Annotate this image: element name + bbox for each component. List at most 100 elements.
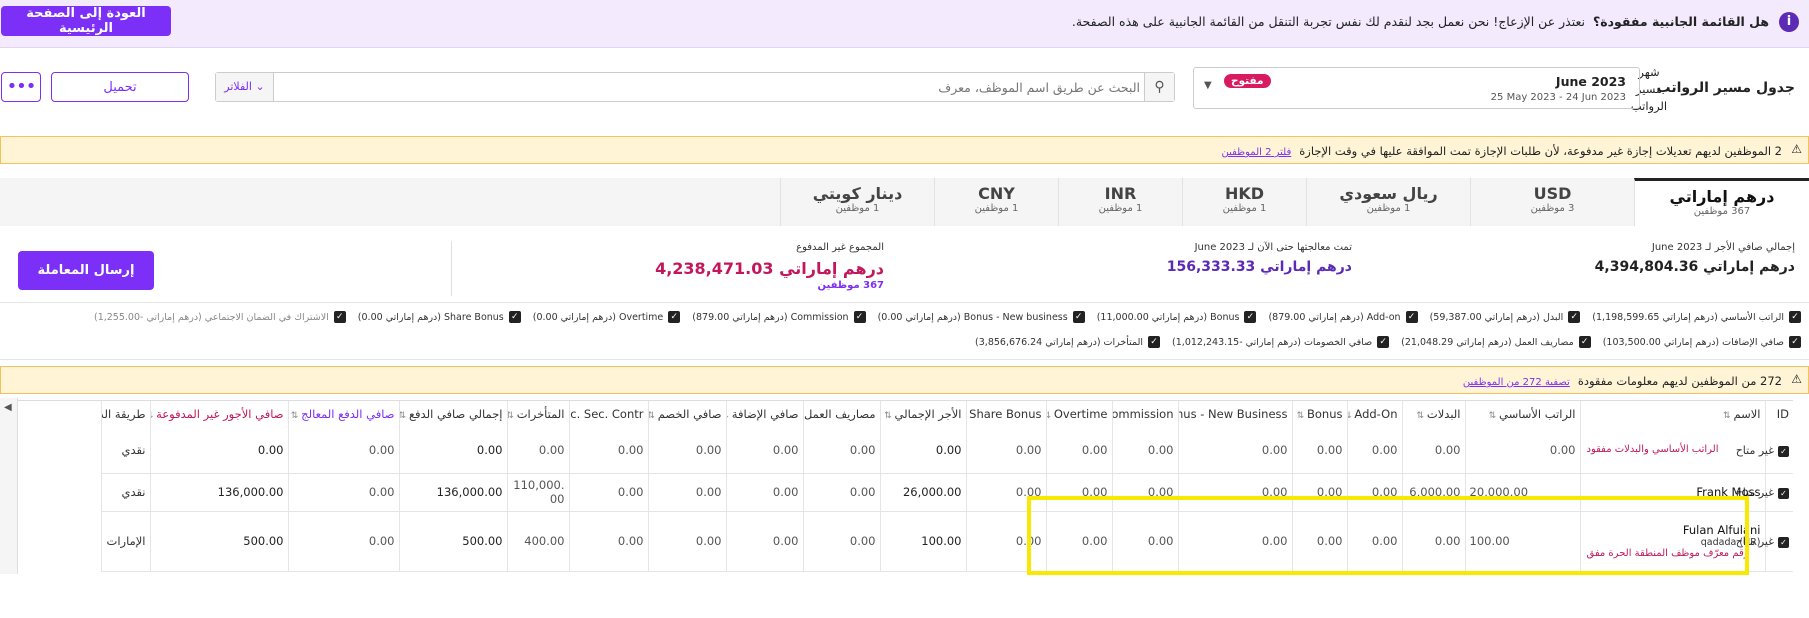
highlight-box xyxy=(1027,496,1749,575)
column-header[interactable]: الأجر الإجمالي ⇅ xyxy=(879,401,966,427)
checkbox-checked-icon[interactable]: ✓ xyxy=(508,311,521,323)
table-cell: 110,000.00 xyxy=(506,473,569,512)
filter-missing-employees-link[interactable]: تصفية 272 من الموظفين xyxy=(1463,377,1570,388)
component-checkbox[interactable]: ✓ مصاريف العمل (درهم إماراتي 21,048.29) xyxy=(1401,336,1591,348)
download-button[interactable]: تحميل xyxy=(51,72,189,102)
sort-icon[interactable]: ⇅ xyxy=(1417,411,1427,421)
component-checkbox[interactable]: ✓ صافي الخصومات (درهم إماراتي -1,012,243.… xyxy=(1172,336,1390,348)
horizontal-scroll-strip[interactable] xyxy=(0,398,18,574)
sort-icon[interactable]: ⇅ xyxy=(291,411,301,421)
column-header[interactable]: Add-On ⇅ xyxy=(1346,401,1402,427)
sort-icon[interactable]: ⇅ xyxy=(649,411,658,421)
checkbox-label: مصاريف العمل (درهم إماراتي 21,048.29) xyxy=(1401,336,1574,348)
component-checkbox[interactable]: ✓ صافي الإضافات (درهم إماراتي 103,500.00) xyxy=(1603,336,1801,348)
checkbox-checked-icon[interactable]: ✓ xyxy=(1377,336,1390,348)
sort-icon[interactable]: ⇅ xyxy=(1297,411,1307,421)
sort-icon[interactable]: ⇅ xyxy=(508,411,517,421)
column-header[interactable]: Share Bonus ⇅ xyxy=(965,401,1046,427)
more-options-button[interactable]: ••• xyxy=(1,72,41,102)
checkbox-checked-icon[interactable]: ✓ xyxy=(668,311,681,323)
component-checkbox[interactable]: ✓ المتأخرات (درهم إماراتي 3,856,676.24) xyxy=(975,336,1161,348)
tab-sar[interactable]: ريال سعودي 1 موظفين xyxy=(1306,178,1470,226)
processed-summary: تمت معالجتها حتى الآن لـ June 2023 درهم … xyxy=(1167,242,1352,275)
checkbox-checked-icon[interactable]: ✓ xyxy=(1072,311,1085,323)
row-checkbox-icon[interactable]: ✓ xyxy=(1778,488,1789,499)
column-header-label: الاسم xyxy=(1733,407,1761,421)
checkbox-label: Bonus - New business (درهم إماراتي 0.00) xyxy=(877,311,1068,323)
table-cell: 0.00 xyxy=(568,473,648,512)
id-cell[interactable]: ✓غير متاح xyxy=(1736,427,1793,474)
table-cell: 0.00 xyxy=(1464,427,1580,474)
column-header-label: Commission xyxy=(1112,407,1174,421)
month-selector[interactable]: June 2023 25 May 2023 - 24 Jun 2023 مفتو… xyxy=(1193,67,1640,109)
checkbox-checked-icon[interactable]: ✓ xyxy=(1789,336,1801,348)
id-cell[interactable]: ✓غير متاح xyxy=(1736,511,1793,572)
send-transaction-button[interactable]: إرسال المعاملة xyxy=(18,251,154,290)
checkbox-checked-icon[interactable]: ✓ xyxy=(1789,311,1801,323)
employee-cell[interactable]: الراتب الأساسي والبدلات مفقود xyxy=(1579,427,1765,474)
column-header[interactable]: Soc. Sec. Contr. ⇅ xyxy=(568,401,648,427)
component-checkbox[interactable]: ✓ الراتب الأساسي (درهم إماراتي 1,198,599.… xyxy=(1592,311,1801,323)
column-header[interactable]: ID xyxy=(1764,401,1793,427)
column-header[interactable]: إجمالي صافي الدفع ⇅ xyxy=(398,401,507,427)
column-header[interactable]: مصاريف العمل ⇅ xyxy=(802,401,880,427)
tab-usd[interactable]: USD 3 موظفين xyxy=(1470,178,1634,226)
sort-icon[interactable]: ⇅ xyxy=(400,411,409,421)
component-checkbox[interactable]: ✓ Bonus (درهم إماراتي 11,000.00) xyxy=(1097,311,1257,323)
component-checkbox[interactable]: ✓ Share Bonus (درهم إماراتي 0.00) xyxy=(358,311,521,323)
checkbox-checked-icon[interactable]: ✓ xyxy=(853,311,866,323)
chevron-down-icon[interactable]: ▼ xyxy=(1204,80,1212,91)
table-cell: 136,000.00 xyxy=(398,473,507,512)
checkbox-checked-icon[interactable]: ✓ xyxy=(1568,311,1581,323)
tab-kwd[interactable]: دينار كويتي 1 موظفين xyxy=(780,178,934,226)
column-header[interactable]: الراتب الأساسي ⇅ xyxy=(1464,401,1580,427)
tab-hkd[interactable]: HKD 1 موظفين xyxy=(1182,178,1306,226)
tab-name: درهم إماراتي xyxy=(1669,187,1775,206)
sort-icon[interactable]: ⇅ xyxy=(1047,411,1054,421)
search-icon[interactable]: ⚲ xyxy=(1144,73,1174,101)
component-checkbox[interactable]: ✓ الاشتراك في الضمان الاجتماعي (درهم إمار… xyxy=(94,311,346,323)
column-header[interactable]: المتأخرات ⇅ xyxy=(506,401,569,427)
column-header-label: Bonus xyxy=(1307,407,1343,421)
component-checkbox[interactable]: ✓ Overtime (درهم إماراتي 0.00) xyxy=(533,311,681,323)
table-row[interactable]: ✓غير متاح الراتب الأساسي والبدلات مفقود 0.… xyxy=(100,427,1793,474)
checkbox-checked-icon[interactable]: ✓ xyxy=(333,311,346,323)
search-input[interactable] xyxy=(280,76,1140,98)
checkbox-checked-icon[interactable]: ✓ xyxy=(1578,336,1591,348)
tab-cny[interactable]: CNY 1 موظفين xyxy=(934,178,1058,226)
column-header[interactable]: Overtime ⇅ xyxy=(1045,401,1112,427)
column-header[interactable]: طريقة الد xyxy=(100,401,150,427)
component-checkbox[interactable]: ✓ Add-on (درهم إماراتي 879.00) xyxy=(1268,311,1418,323)
scroll-left-icon[interactable]: ◀ xyxy=(4,402,12,413)
id-cell[interactable]: ✓غير متاح xyxy=(1736,473,1793,512)
component-checkbox[interactable]: ✓ البدل (درهم إماراتي 59,387.00) xyxy=(1430,311,1581,323)
checkbox-label: Commission (درهم إماراتي 879.00) xyxy=(692,311,849,323)
back-home-button[interactable]: العودة إلى الصفحة الرئيسية xyxy=(1,6,171,36)
checkbox-checked-icon[interactable]: ✓ xyxy=(1148,336,1161,348)
sort-icon[interactable]: ⇅ xyxy=(1489,411,1499,421)
column-header[interactable]: صافي الأجور غير المدفوعة ⇅ xyxy=(149,401,288,427)
row-checkbox-icon[interactable]: ✓ xyxy=(1778,445,1789,457)
table-cell: 0.00 xyxy=(1111,427,1178,474)
column-header[interactable]: Commission ⇅ xyxy=(1111,401,1178,427)
component-checkbox[interactable]: ✓ Commission (درهم إماراتي 879.00) xyxy=(692,311,866,323)
sort-icon[interactable]: ⇅ xyxy=(884,411,894,421)
row-checkbox-icon[interactable]: ✓ xyxy=(1778,537,1789,548)
column-header[interactable]: Bonus ⇅ xyxy=(1291,401,1347,427)
filter-employees-link[interactable]: فلتر 2 الموظفين xyxy=(1221,147,1291,158)
component-checkbox[interactable]: ✓ Bonus - New business (درهم إماراتي 0.00… xyxy=(878,311,1085,323)
tab-inr[interactable]: INR 1 موظفين xyxy=(1058,178,1182,226)
table-cell: 0.00 xyxy=(1045,427,1112,474)
tab-count: 1 موظفين xyxy=(1098,203,1143,214)
filter-button[interactable]: ⌄ الفلاتر xyxy=(216,73,274,101)
checkbox-checked-icon[interactable]: ✓ xyxy=(1405,311,1418,323)
column-header[interactable]: صافي الدفع المعالج ⇅ xyxy=(287,401,399,427)
checkbox-checked-icon[interactable]: ✓ xyxy=(1244,311,1257,323)
column-header[interactable]: صافي الخصم ⇅ xyxy=(647,401,726,427)
tab-aed[interactable]: درهم إماراتي 367 موظفين xyxy=(1634,178,1809,226)
column-header[interactable]: Bonus - New Business ⇅ xyxy=(1177,401,1292,427)
column-header[interactable]: البدلات ⇅ xyxy=(1401,401,1465,427)
sort-icon[interactable]: ⇅ xyxy=(1723,411,1733,421)
column-header[interactable]: الاسم ⇅ xyxy=(1579,401,1765,427)
column-header[interactable]: صافي الإضافة ⇅ xyxy=(725,401,803,427)
